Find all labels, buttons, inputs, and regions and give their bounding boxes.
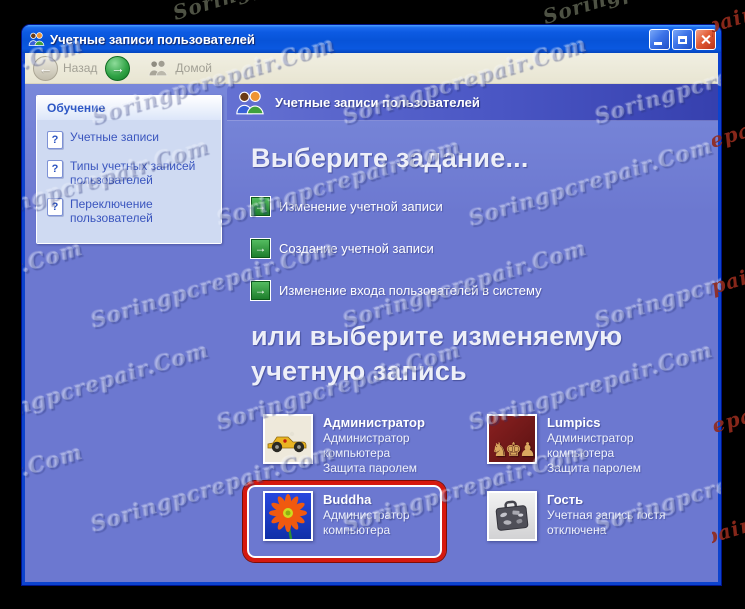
account-role: Администратор компьютера: [323, 431, 410, 460]
account-role: Администратор компьютера: [547, 431, 634, 460]
minimize-icon: [654, 42, 662, 45]
help-doc-icon: [47, 160, 63, 178]
account-name: Lumpics: [547, 415, 601, 430]
learn-about-title: Обучение: [47, 101, 106, 115]
account-tile-administrator[interactable]: Администратор Администратор компьютера З…: [263, 414, 481, 476]
navigation-toolbar: ← Назад → Домой: [25, 53, 718, 84]
chess-pieces-icon: [487, 414, 537, 464]
learn-about-box: Обучение Учетные записи Типы учетных зап…: [36, 95, 222, 244]
task-create-account[interactable]: Создание учетной записи: [251, 227, 542, 269]
green-arrow-icon: [251, 280, 270, 300]
sidebar: Обучение Учетные записи Типы учетных зап…: [25, 84, 227, 582]
watermark-text: Soringpcrepair.Com: [170, 0, 409, 25]
account-name: Администратор: [323, 415, 425, 430]
screenshot-stage: Учетные записи пользователей ← Назад → Д…: [0, 0, 745, 609]
race-car-icon: [263, 414, 313, 464]
account-tile-lumpics[interactable]: Lumpics Администратор компьютера Защита …: [487, 414, 705, 476]
suitcase-icon: [487, 491, 537, 541]
help-doc-icon: [47, 131, 63, 149]
home-button[interactable]: Домой: [146, 59, 212, 77]
account-tile-guest[interactable]: Гость Учетная запись гостя отключена: [487, 491, 705, 541]
sidebar-item-switch-users[interactable]: Переключение пользователей: [47, 197, 213, 225]
account-status: Защита паролем: [323, 461, 418, 475]
account-status: Защита паролем: [547, 461, 642, 475]
back-label: Назад: [63, 61, 98, 75]
forward-button[interactable]: →: [105, 55, 131, 81]
task-change-logon[interactable]: Изменение входа пользователей в систему: [251, 269, 542, 311]
account-status: Учетная запись гостя отключена: [547, 508, 666, 537]
window-controls: [649, 29, 716, 50]
title-bar[interactable]: Учетные записи пользователей: [22, 25, 721, 53]
task-label: Изменение учетной записи: [279, 198, 443, 214]
content-area: Обучение Учетные записи Типы учетных зап…: [25, 84, 718, 582]
page-title: Учетные записи пользователей: [275, 94, 480, 110]
close-button[interactable]: [695, 29, 716, 50]
learn-about-header: Обучение: [37, 96, 221, 120]
sidebar-item-label: Типы учетных записей пользователей: [70, 159, 196, 187]
account-role: Администратор компьютера: [323, 508, 410, 537]
window-title: Учетные записи пользователей: [50, 31, 255, 47]
back-arrow-icon: ←: [38, 60, 53, 76]
minimize-button[interactable]: [649, 29, 670, 50]
sidebar-item-account-types[interactable]: Типы учетных записей пользователей: [47, 159, 213, 187]
green-arrow-icon: [251, 238, 270, 258]
maximize-icon: [678, 35, 687, 44]
flower-icon: [263, 491, 313, 541]
banner-users-icon: [236, 90, 264, 114]
task-change-account[interactable]: Изменение учетной записи: [251, 185, 542, 227]
back-button[interactable]: ←: [33, 55, 58, 81]
task-label: Изменение входа пользователей в систему: [279, 282, 542, 298]
task-label: Создание учетной записи: [279, 240, 434, 256]
home-label: Домой: [175, 61, 212, 75]
user-accounts-window: Учетные записи пользователей ← Назад → Д…: [22, 25, 721, 585]
close-icon: [700, 34, 711, 45]
task-list: Изменение учетной записи Создание учетно…: [251, 185, 542, 311]
user-accounts-icon: [28, 32, 45, 46]
window-frame: ← Назад → Домой Обучение ? Учетные запис…: [22, 53, 721, 585]
pick-task-heading: Выберите задание...: [251, 143, 529, 173]
page-banner: Учетные записи пользователей: [227, 84, 718, 121]
maximize-button[interactable]: [672, 29, 693, 50]
main-pane: Выберите задание... Изменение учетной за…: [227, 121, 718, 582]
watermark-layer-top: Soringpcrepair.Com Soringpcrepair.Com: [0, 0, 745, 25]
sidebar-item-accounts[interactable]: Учетные записи: [47, 130, 213, 149]
account-tile-buddha[interactable]: Buddha Администратор компьютера: [263, 491, 481, 541]
home-users-icon: [149, 59, 168, 77]
pick-account-heading: или выберите изменяемую учетную запись: [251, 321, 623, 386]
account-name: Гость: [547, 492, 584, 507]
forward-arrow-icon: →: [110, 60, 125, 76]
learn-about-body: Учетные записи Типы учетных записей поль…: [37, 120, 221, 243]
sidebar-item-label: Учетные записи: [70, 130, 159, 144]
help-doc-icon: [47, 198, 63, 216]
watermark-text: Soringpcrepair.Com: [540, 0, 745, 25]
sidebar-item-label: Переключение пользователей: [70, 197, 153, 225]
account-name: Buddha: [323, 492, 372, 507]
green-arrow-icon: [251, 196, 270, 216]
